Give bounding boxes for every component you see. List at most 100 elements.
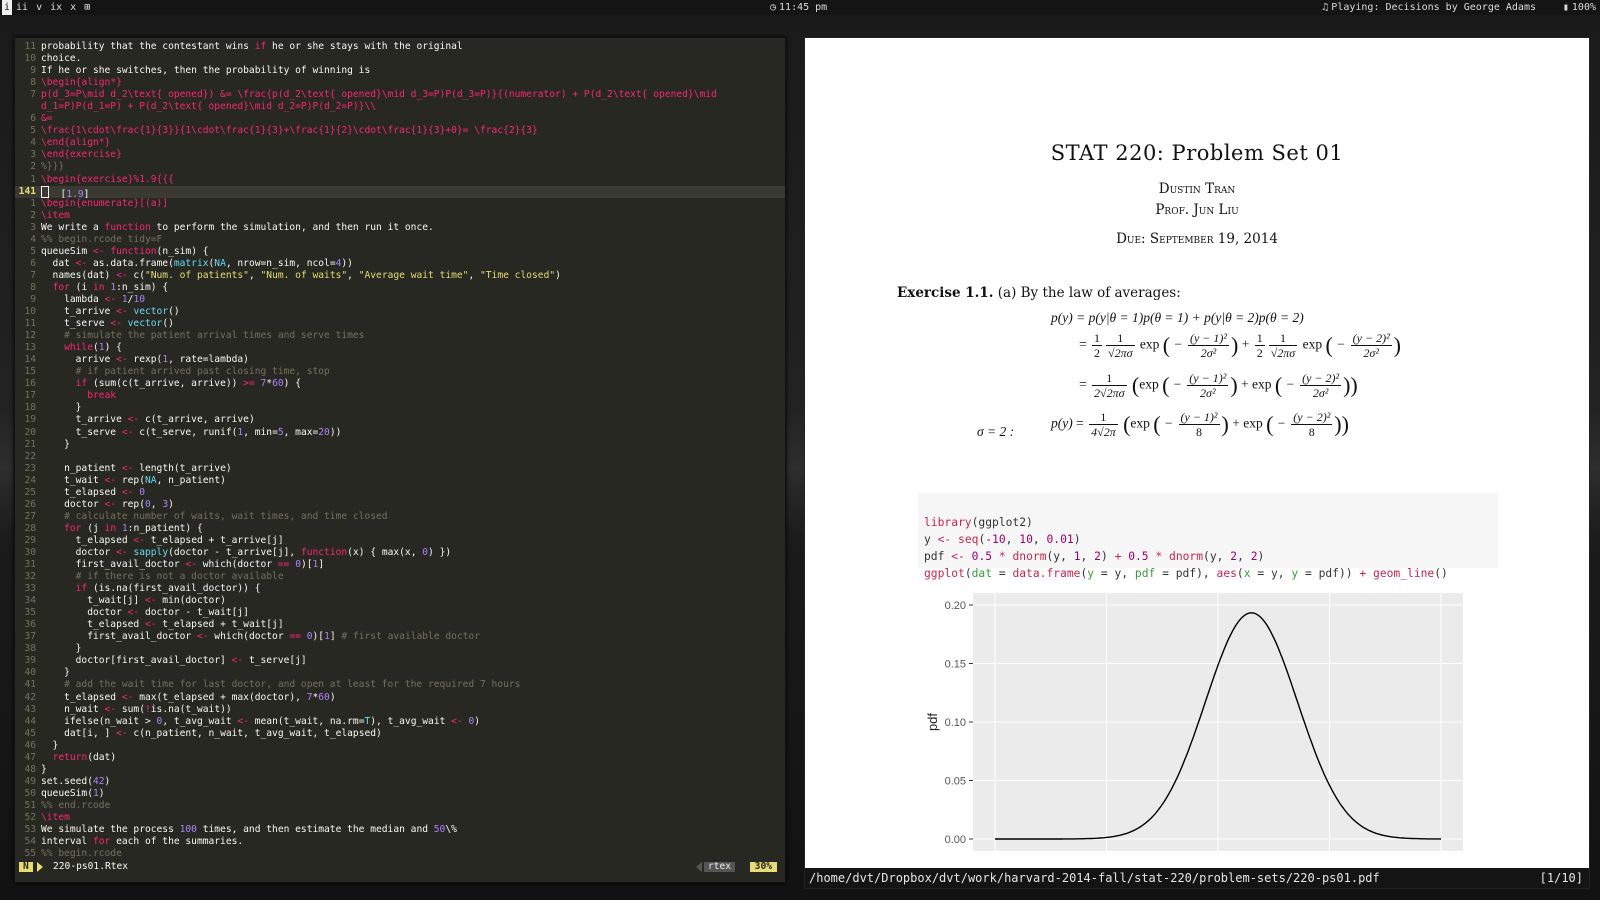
line-text: } xyxy=(41,438,70,450)
code-line[interactable]: 6 &= xyxy=(15,113,785,125)
code-line[interactable]: 44 ifelse(n_wait > 0, t_avg_wait <- mean… xyxy=(15,716,785,728)
code-line[interactable]: 9 If he or she switches, then the probabi… xyxy=(15,65,785,77)
code-line[interactable]: 54 interval for each of the summaries. xyxy=(15,836,785,848)
code-line[interactable]: 16 if (sum(c(t_arrive, arrive)) >= 7*60)… xyxy=(15,378,785,390)
code-line[interactable]: 27 # calculate number of waits, wait tim… xyxy=(15,511,785,523)
code-line[interactable]: 15 # if patient arrived past closing tim… xyxy=(15,366,785,378)
line-text: queueSim <- function(n_sim) { xyxy=(41,245,209,257)
code-line[interactable]: 10 t_arrive <- vector() xyxy=(15,306,785,318)
code-line[interactable]: 32 # if there is not a doctor available xyxy=(15,571,785,583)
code-line[interactable]: 4 \end{align*} xyxy=(15,137,785,149)
code-line[interactable]: 42 t_elapsed <- max(t_elapsed + max(doct… xyxy=(15,692,785,704)
code-line[interactable]: 53 We simulate the process 100 times, and… xyxy=(15,824,785,836)
code-line[interactable]: 49 set.seed(42) xyxy=(15,776,785,788)
code-line[interactable]: 3 We write a function to perform the simu… xyxy=(15,222,785,234)
r-code-line-3: pdf <- 0.5 * dnorm(y, 1, 2) + 0.5 * dnor… xyxy=(924,550,1265,563)
line-number: 52 xyxy=(24,812,36,823)
code-line[interactable]: 5 \frac{1\cdot\frac{1}{3}}{1\cdot\frac{1}… xyxy=(15,125,785,137)
workspace-2[interactable]: v xyxy=(32,0,46,15)
code-line[interactable]: 7 p(d_3=P\mid d_2\text{ opened}) &= \frac… xyxy=(15,89,785,101)
pdf-page[interactable]: STAT 220: Problem Set 01 Dustin Tran Pro… xyxy=(805,38,1589,868)
line-text: for (j in 1:n_patient) { xyxy=(64,522,203,534)
code-line[interactable]: 8 for (i in 1:n_sim) { xyxy=(15,282,785,294)
code-line[interactable]: 2%}}} xyxy=(15,161,785,173)
code-line[interactable]: 55 %% begin.rcode xyxy=(15,848,785,860)
code-line[interactable]: 22 xyxy=(15,451,785,463)
code-line[interactable]: 52 \item xyxy=(15,812,785,824)
vim-editor-window[interactable]: 11 probability that the contestant wins i… xyxy=(14,37,786,883)
code-line[interactable]: 35 doctor <- doctor - t_wait[j] xyxy=(15,607,785,619)
code-line[interactable]: 40 } xyxy=(15,667,785,679)
code-line[interactable]: 4 %% begin.rcode tidy=F xyxy=(15,234,785,246)
code-line[interactable]: 13 while(1) { xyxy=(15,342,785,354)
code-line[interactable]: 1 \begin{enumerate}[(a)] xyxy=(15,198,785,210)
workspace-0[interactable]: i xyxy=(2,0,13,15)
code-line[interactable]: 24 t_wait <- rep(NA, n_patient) xyxy=(15,475,785,487)
code-line[interactable]: 2 \item xyxy=(15,210,785,222)
code-line[interactable]: 31 first_avail_doctor <- which(doctor ==… xyxy=(15,559,785,571)
code-line[interactable]: 19 t_arrive <- c(t_arrive, arrive) xyxy=(15,414,785,426)
code-line[interactable]: 11 probability that the contestant wins i… xyxy=(15,41,785,53)
line-number: 17 xyxy=(24,390,36,402)
code-line[interactable]: 7 names(dat) <- c("Num. of patients", "N… xyxy=(15,270,785,282)
code-line[interactable]: 9 lambda <- 1/10 xyxy=(15,294,785,306)
code-line[interactable]: 5 queueSim <- function(n_sim) { xyxy=(15,246,785,258)
line-number: 7 xyxy=(30,269,36,281)
code-line[interactable]: 47 return(dat) xyxy=(15,752,785,764)
battery-icon: ▮ xyxy=(1562,2,1569,13)
line-number: 4 xyxy=(30,233,36,245)
code-line[interactable]: 46 } xyxy=(15,740,785,752)
code-line[interactable]: 43 n_wait <- sum(!is.na(t_wait)) xyxy=(15,704,785,716)
code-line[interactable]: 10 choice. xyxy=(15,53,785,65)
code-line[interactable]: 21 } xyxy=(15,439,785,451)
code-line[interactable]: 1 \begin{exercise}%1.9{{{ xyxy=(15,174,785,186)
workspace-list: i ii v ix x ⊞ xyxy=(2,0,94,15)
workspace-5[interactable]: ⊞ xyxy=(80,0,94,15)
code-line[interactable]: 8 \begin{align*} xyxy=(15,77,785,89)
code-line[interactable]: 26 doctor <- rep(0, 3) xyxy=(15,499,785,511)
code-line[interactable]: 33 if (is.na(first_avail_doctor)) { xyxy=(15,583,785,595)
line-number: 22 xyxy=(24,450,36,462)
code-line[interactable]: 25 t_elapsed <- 0 xyxy=(15,487,785,499)
code-line[interactable]: 3 \end{exercise} xyxy=(15,149,785,161)
code-line[interactable]: 37 first_avail_doctor <- which(doctor ==… xyxy=(15,631,785,643)
code-line[interactable]: 41 # add the wait time for last doctor, … xyxy=(15,679,785,691)
workspace-3[interactable]: ix xyxy=(46,0,66,15)
code-buffer[interactable]: 11 probability that the contestant wins i… xyxy=(15,41,785,861)
code-line[interactable]: 28 for (j in 1:n_patient) { xyxy=(15,523,785,535)
code-line[interactable]: 50 queueSim(1) xyxy=(15,788,785,800)
code-line[interactable]: 18 } xyxy=(15,402,785,414)
pdf-viewer-window[interactable]: STAT 220: Problem Set 01 Dustin Tran Pro… xyxy=(804,37,1590,889)
line-number: 5 xyxy=(30,125,36,137)
code-line[interactable]: 12 # simulate the patient arrival times … xyxy=(15,330,785,342)
code-line[interactable]: d_1=P)P(d_1=P) + P(d_2\text{ opened}\mid… xyxy=(15,101,785,113)
code-line[interactable]: 29 t_elapsed <- t_elapsed + t_arrive[j] xyxy=(15,535,785,547)
code-line[interactable]: 36 t_elapsed <- t_elapsed + t_wait[j] xyxy=(15,619,785,631)
line-text: names(dat) <- c("Num. of patients", "Num… xyxy=(41,269,561,281)
line-number: 18 xyxy=(24,402,36,414)
code-line[interactable]: 30 doctor <- sapply(doctor - t_arrive[j]… xyxy=(15,547,785,559)
line-text: t_arrive <- vector() xyxy=(41,306,180,318)
workspace-1[interactable]: ii xyxy=(12,0,32,15)
r-code-line-2: y <- seq(-10, 10, 0.01) xyxy=(924,533,1081,546)
code-line[interactable]: 39 doctor[first_avail_doctor] <- t_serve… xyxy=(15,655,785,667)
code-line[interactable]: 51 %% end.rcode xyxy=(15,800,785,812)
code-line[interactable]: 34 t_wait[j] <- min(doctor) xyxy=(15,595,785,607)
code-line[interactable]: 17 break xyxy=(15,390,785,402)
code-line[interactable]: 23 n_patient <- length(t_arrive) xyxy=(15,463,785,475)
code-line[interactable]: 45 dat[i, ] <- c(n_patient, n_wait, t_av… xyxy=(15,728,785,740)
line-number: 6 xyxy=(30,113,36,125)
code-line[interactable]: 20 t_serve <- c(t_serve, runif(1, min=5,… xyxy=(15,427,785,439)
cursor-line[interactable]: 141 [1.9] xyxy=(15,185,785,198)
line-number: 3 xyxy=(30,149,36,161)
code-line[interactable]: 6 dat <- as.data.frame(matrix(NA, nrow=n… xyxy=(15,258,785,270)
code-line[interactable]: 14 arrive <- rexp(1, rate=lambda) xyxy=(15,354,785,366)
code-line[interactable]: 11 t_serve <- vector() xyxy=(15,318,785,330)
code-line[interactable]: 38 } xyxy=(15,643,785,655)
advisor-name: Prof. Jun Liu xyxy=(1155,202,1239,218)
line-text: # if patient arrived past closing time, … xyxy=(41,366,330,378)
workspace-4[interactable]: x xyxy=(66,0,80,15)
code-line[interactable]: 48} xyxy=(15,764,785,776)
line-number: 53 xyxy=(24,824,36,836)
line-text: t_arrive <- c(t_arrive, arrive) xyxy=(41,414,255,426)
